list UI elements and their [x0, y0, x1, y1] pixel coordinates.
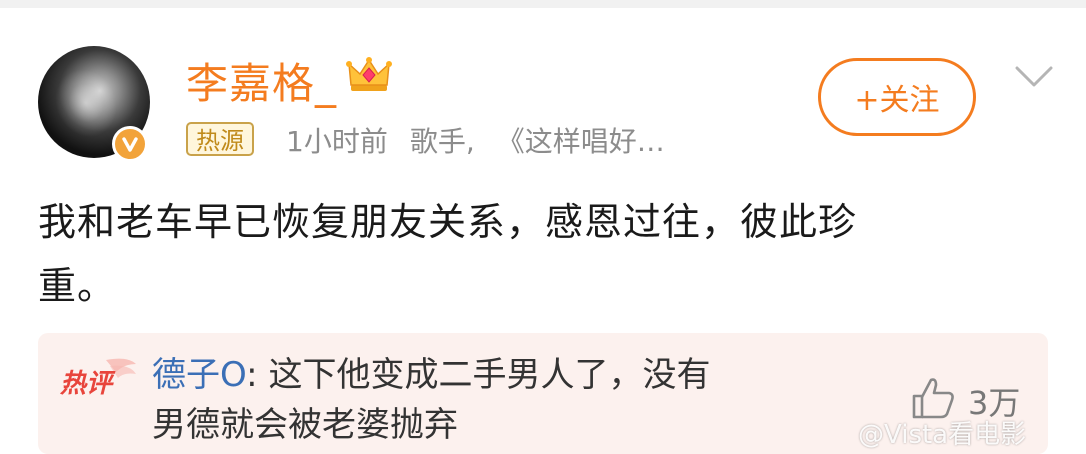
chevron-down-icon[interactable]	[1014, 64, 1054, 90]
crown-icon	[346, 57, 392, 91]
hot-source-tag: 热源	[186, 122, 254, 156]
follow-button[interactable]: +关注	[818, 58, 976, 136]
hot-comment-badge: 热评	[59, 358, 136, 399]
top-divider	[0, 0, 1086, 8]
comment-separator: :	[246, 355, 258, 395]
post-topic[interactable]: 《这样唱好…	[497, 125, 665, 158]
verified-badge-icon	[112, 126, 148, 162]
post-meta: 1小时前 歌手, 《这样唱好…	[286, 120, 665, 160]
comment-line: 这下他变成二手男人了，没有	[257, 355, 711, 395]
comment-author[interactable]: 德子O	[152, 355, 246, 395]
watermark: @Vista看电影	[858, 420, 1027, 450]
post-category: 歌手,	[409, 125, 475, 158]
post-content: 我和老车早已恢复朋友关系，感恩过往，彼此珍 重。	[38, 190, 998, 318]
comment-text: 德子O: 这下他变成二手男人了，没有 男德就会被老婆抛弃	[152, 350, 852, 450]
post-time: 1小时前	[286, 125, 388, 158]
username[interactable]: 李嘉格_	[186, 50, 337, 111]
comment-line: 男德就会被老婆抛弃	[152, 405, 458, 445]
hot-comment-badge-text: 热评	[59, 369, 116, 399]
post-content-line: 我和老车早已恢复朋友关系，感恩过往，彼此珍	[38, 200, 858, 244]
post-content-line: 重。	[38, 264, 117, 308]
